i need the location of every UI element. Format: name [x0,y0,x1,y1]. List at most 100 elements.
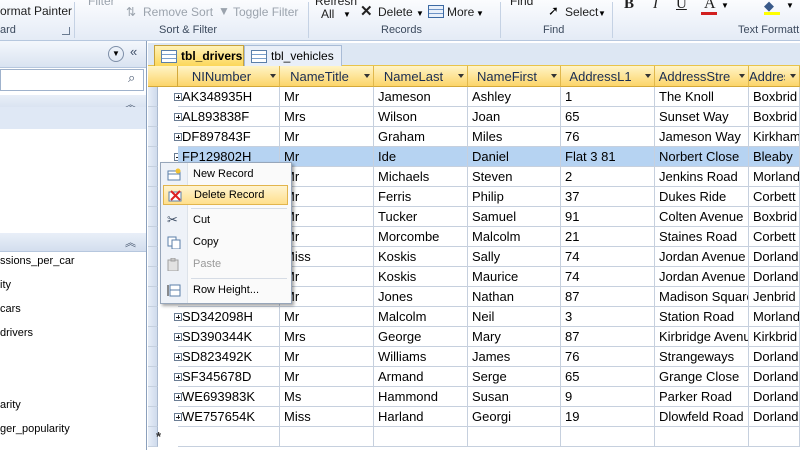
table-cell[interactable]: Mr [280,227,374,247]
table-cell[interactable]: Koskis [374,247,468,267]
record-selector[interactable] [148,107,158,127]
table-cell[interactable]: Boxbrid [749,107,800,127]
table-cell[interactable]: 9 [561,387,655,407]
column-dropdown-icon[interactable] [270,74,276,78]
new-record-cell[interactable] [280,427,374,447]
table-cell[interactable]: Daniel [468,147,561,167]
table-cell[interactable]: Sally [468,247,561,267]
table-cell[interactable]: Maurice [468,267,561,287]
filter-button[interactable]: Filter [88,0,115,8]
table-row[interactable]: DF897843F Mr Graham Miles 76 Jameson Way Kirkh… [148,127,800,147]
column-dropdown-icon[interactable] [645,74,651,78]
column-header[interactable]: NINumber [178,66,280,87]
table-cell[interactable]: Jameson [374,87,468,107]
table-cell[interactable]: Flat 3 81 [561,147,655,167]
column-header[interactable]: NameTitle [280,66,374,87]
table-cell[interactable]: Grange Close [655,367,749,387]
table-cell[interactable]: Mr [280,367,374,387]
table-cell[interactable]: Dorland [749,247,800,267]
record-selector[interactable] [148,267,158,287]
table-cell[interactable]: SD342098H [178,307,280,327]
table-cell[interactable]: Mr [280,187,374,207]
table-row[interactable]: SD823492K Mr Williams James 76 Strangeways Dor… [148,347,800,367]
table-cell[interactable]: Michaels [374,167,468,187]
table-cell[interactable]: Jones [374,287,468,307]
nav-search-input[interactable]: ⌕ [0,69,144,91]
italic-button[interactable]: I [653,0,658,13]
column-header[interactable]: AddressStre [655,66,749,87]
column-dropdown-icon[interactable] [790,74,796,78]
new-record-cell[interactable] [468,427,561,447]
table-cell[interactable]: Strangeways [655,347,749,367]
table-cell[interactable]: Corbett [749,187,800,207]
table-cell[interactable]: 1 [561,87,655,107]
table-cell[interactable]: Dorland [749,267,800,287]
new-record-cell[interactable] [561,427,655,447]
table-cell[interactable]: George [374,327,468,347]
new-record-cell[interactable] [749,427,800,447]
column-dropdown-icon[interactable] [458,74,464,78]
table-cell[interactable]: Graham [374,127,468,147]
table-cell[interactable]: 74 [561,247,655,267]
table-cell[interactable]: Jordan Avenue [655,267,749,287]
table-cell[interactable]: Dlowfeld Road [655,407,749,427]
table-cell[interactable]: Mary [468,327,561,347]
shutter-bar-icon[interactable]: « [130,44,137,59]
table-cell[interactable]: AK348935H [178,87,280,107]
column-header[interactable]: AddressL1 [561,66,655,87]
table-cell[interactable]: 19 [561,407,655,427]
record-selector[interactable] [148,147,158,167]
record-selector[interactable] [148,347,158,367]
table-cell[interactable]: Serge [468,367,561,387]
table-cell[interactable]: Boxbrid [749,207,800,227]
table-cell[interactable]: 37 [561,187,655,207]
more-button[interactable]: More [447,5,474,19]
tab-tbl-drivers[interactable]: tbl_drivers [154,45,244,66]
record-selector[interactable] [148,227,158,247]
table-cell[interactable]: Jameson Way [655,127,749,147]
table-cell[interactable]: Ms [280,387,374,407]
table-cell[interactable]: Dorland [749,347,800,367]
chevron-down-icon[interactable]: ▼ [108,46,124,62]
table-cell[interactable]: James [468,347,561,367]
table-cell[interactable]: Morland [749,167,800,187]
table-cell[interactable]: Samuel [468,207,561,227]
table-cell[interactable]: Parker Road [655,387,749,407]
toggle-filter-button[interactable]: Toggle Filter [233,5,298,19]
table-cell[interactable]: Madison Square [655,287,749,307]
table-cell[interactable]: Joan [468,107,561,127]
table-cell[interactable]: AL893838F [178,107,280,127]
table-cell[interactable]: Jenkins Road [655,167,749,187]
format-painter-button[interactable]: ormat Painter [0,4,72,18]
record-selector[interactable] [148,287,158,307]
table-cell[interactable]: Staines Road [655,227,749,247]
column-dropdown-icon[interactable] [551,74,557,78]
table-cell[interactable]: Dukes Ride [655,187,749,207]
remove-sort-button[interactable]: Remove Sort [143,5,213,19]
table-cell[interactable]: Williams [374,347,468,367]
table-cell[interactable]: Malcolm [468,227,561,247]
table-cell[interactable]: Hammond [374,387,468,407]
table-cell[interactable]: 76 [561,347,655,367]
table-cell[interactable]: Station Road [655,307,749,327]
table-cell[interactable]: Corbett [749,227,800,247]
table-cell[interactable]: 87 [561,327,655,347]
table-cell[interactable]: Miss [280,247,374,267]
table-cell[interactable]: WE693983K [178,387,280,407]
table-cell[interactable]: WE757654K [178,407,280,427]
search-icon[interactable]: ⌕ [128,70,135,86]
table-cell[interactable]: Kirkbrid [749,327,800,347]
table-cell[interactable]: SD823492K [178,347,280,367]
select-button[interactable]: Select [565,5,598,19]
table-cell[interactable]: Koskis [374,267,468,287]
table-cell[interactable]: Wilson [374,107,468,127]
table-cell[interactable]: Jenbrid [749,287,800,307]
nav-item[interactable]: ssions_per_car [0,255,75,267]
table-cell[interactable]: Sunset Way [655,107,749,127]
table-cell[interactable]: Mrs [280,107,374,127]
record-selector[interactable] [148,87,158,107]
tab-tbl-vehicles[interactable]: tbl_vehicles [244,45,342,66]
table-cell[interactable]: Mr [280,307,374,327]
table-cell[interactable]: 3 [561,307,655,327]
column-dropdown-icon[interactable] [739,74,745,78]
